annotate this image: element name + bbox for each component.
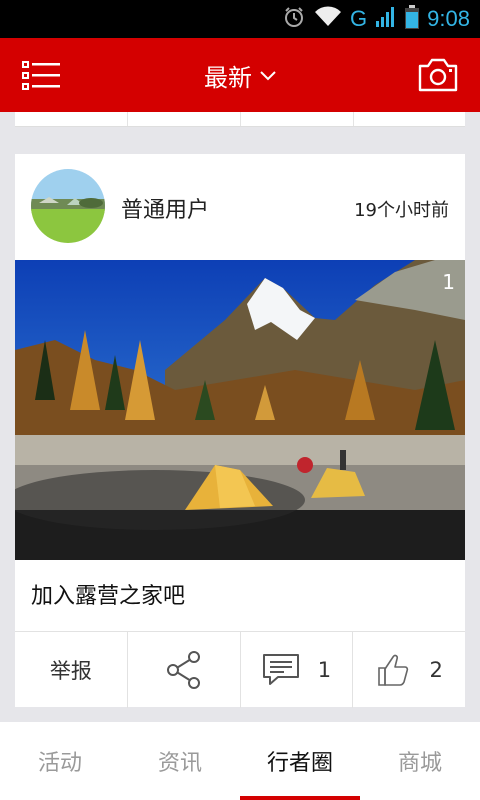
alarm-icon (282, 5, 306, 33)
like-button[interactable]: 2 (353, 632, 465, 708)
feed-list[interactable]: 普通用户 19个小时前 1 加入露营之家吧 举报 1 2 (0, 112, 480, 722)
feed-filter-dropdown[interactable]: 最新 (0, 38, 480, 112)
share-icon (166, 651, 200, 689)
post-timestamp: 19个小时前 (354, 200, 449, 221)
tab-traveler-circle[interactable]: 行者圈 (240, 722, 360, 800)
post-card: 普通用户 19个小时前 1 加入露营之家吧 举报 1 2 (15, 154, 465, 708)
avatar[interactable] (31, 169, 105, 243)
thumbs-up-icon (378, 654, 409, 686)
share-button[interactable] (128, 632, 241, 708)
post-username[interactable]: 普通用户 (121, 192, 209, 224)
page-title: 最新 (204, 63, 252, 92)
comment-count: 1 (317, 658, 332, 682)
network-type-label: G (350, 6, 368, 31)
wifi-icon (314, 6, 342, 32)
camera-button[interactable] (418, 56, 458, 94)
post-actions-bar: 举报 1 2 (15, 631, 465, 708)
report-label: 举报 (49, 659, 92, 683)
tab-news[interactable]: 资讯 (120, 722, 240, 800)
previous-post-actions (15, 112, 465, 127)
chevron-down-icon (260, 66, 276, 85)
comment-icon (262, 654, 299, 685)
status-time: 9:08 (427, 6, 470, 31)
battery-icon (405, 5, 420, 33)
bottom-tab-bar: 活动 资讯 行者圈 商城 (0, 722, 480, 800)
photo-count: 1 (442, 270, 455, 294)
status-bar: G 9:08 (0, 0, 480, 38)
post-photo[interactable]: 1 (15, 260, 465, 560)
menu-button[interactable] (22, 60, 60, 92)
report-button[interactable]: 举报 (15, 632, 128, 708)
menu-icon (22, 61, 60, 90)
app-header: 最新 (0, 38, 480, 112)
tab-store[interactable]: 商城 (360, 722, 480, 800)
camera-icon (418, 58, 458, 92)
like-count: 2 (429, 658, 443, 682)
signal-icon (375, 6, 397, 32)
comment-button[interactable]: 1 (241, 632, 354, 708)
tab-activities[interactable]: 活动 (0, 722, 120, 800)
post-text: 加入露营之家吧 (31, 584, 186, 609)
